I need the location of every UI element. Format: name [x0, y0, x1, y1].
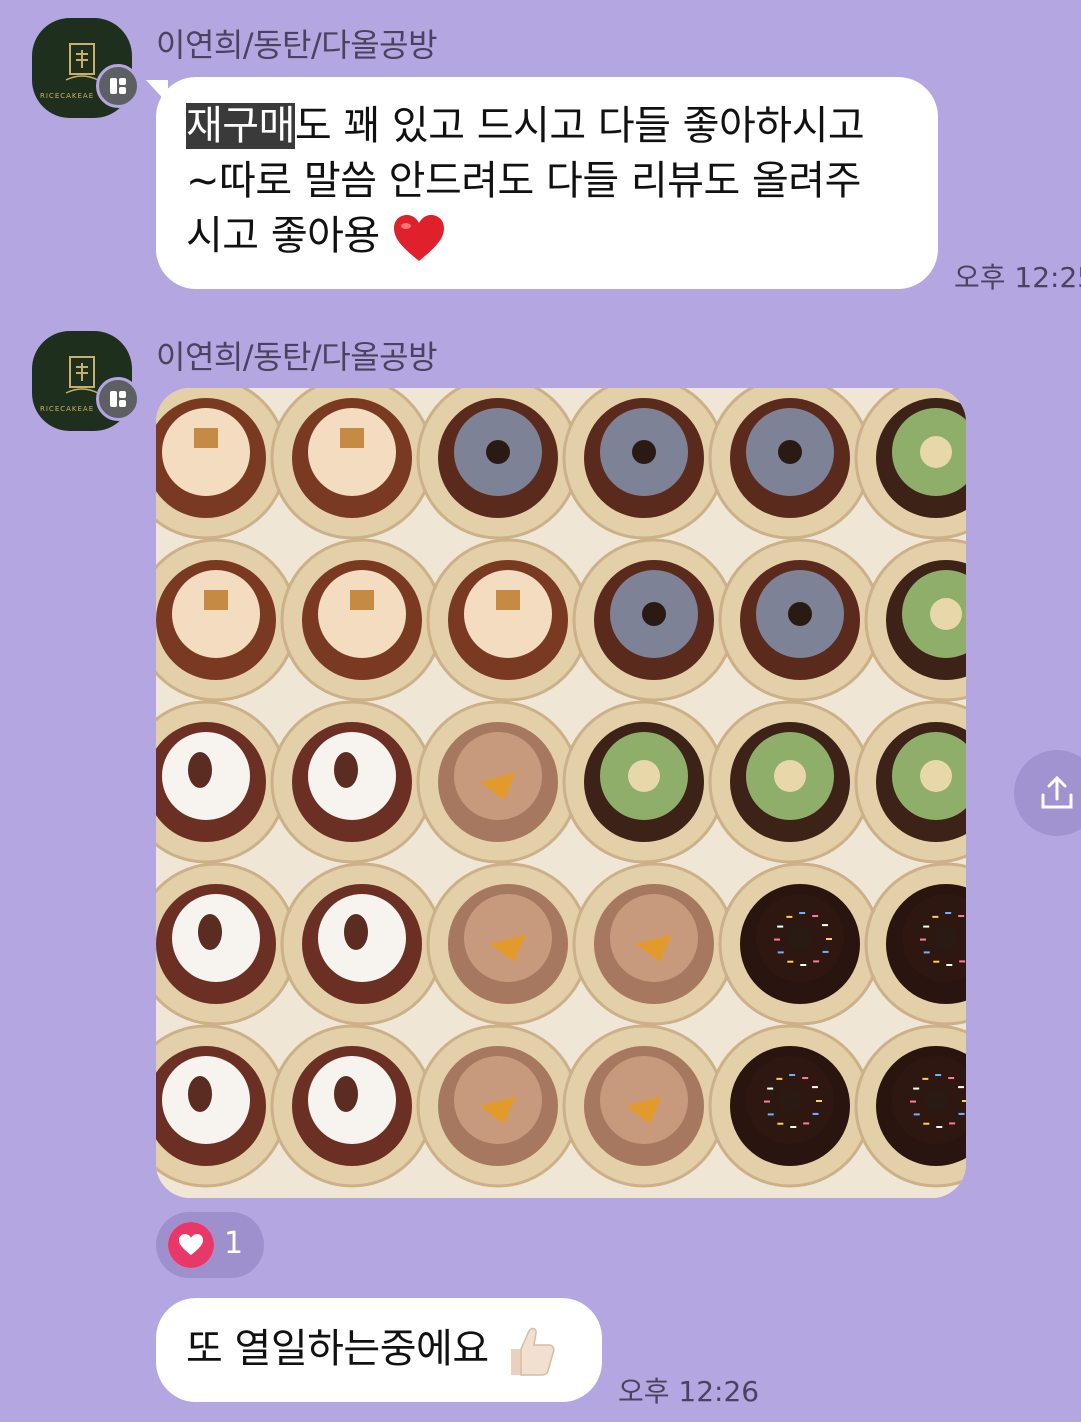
message-time: 오후 12:26: [618, 1375, 760, 1408]
profile-badge-icon: [96, 377, 140, 421]
share-button[interactable]: [1014, 750, 1081, 836]
heart-emoji-icon: [393, 215, 444, 261]
sender-avatar[interactable]: RICECAKEAE: [32, 331, 140, 431]
highlighted-text: 재구매: [186, 103, 295, 149]
message-bubble[interactable]: 또 열일하는중에요: [156, 1298, 602, 1402]
message-text-line3: 시고 좋아용: [186, 213, 380, 259]
message-text-line2: ~따로 말씀 안드려도 다들 리뷰도 올려주: [186, 158, 861, 204]
reaction-count: 1: [224, 1226, 244, 1261]
sender-name[interactable]: 이연희/동탄/다올공방: [156, 20, 438, 66]
share-icon: [1041, 775, 1073, 809]
sender-name[interactable]: 이연희/동탄/다올공방: [156, 332, 438, 378]
message-text: 또 열일하는중에요: [186, 1326, 489, 1372]
sender-avatar[interactable]: RICECAKEAE: [32, 18, 140, 118]
cakes-photo-image: [156, 388, 966, 1198]
photo-attachment[interactable]: [156, 388, 966, 1198]
thumbs-up-emoji-icon: [510, 1327, 555, 1376]
heart-reaction-icon: [168, 1222, 214, 1268]
reaction-badge[interactable]: 1: [156, 1212, 264, 1278]
message-time: 오후 12:25: [954, 261, 1081, 294]
profile-badge-icon: [96, 64, 140, 108]
message-text-line1: 도 꽤 있고 드시고 다들 좋아하시고: [294, 103, 865, 149]
message-bubble[interactable]: 재구매도 꽤 있고 드시고 다들 좋아하시고 ~따로 말씀 안드려도 다들 리뷰…: [156, 77, 938, 289]
